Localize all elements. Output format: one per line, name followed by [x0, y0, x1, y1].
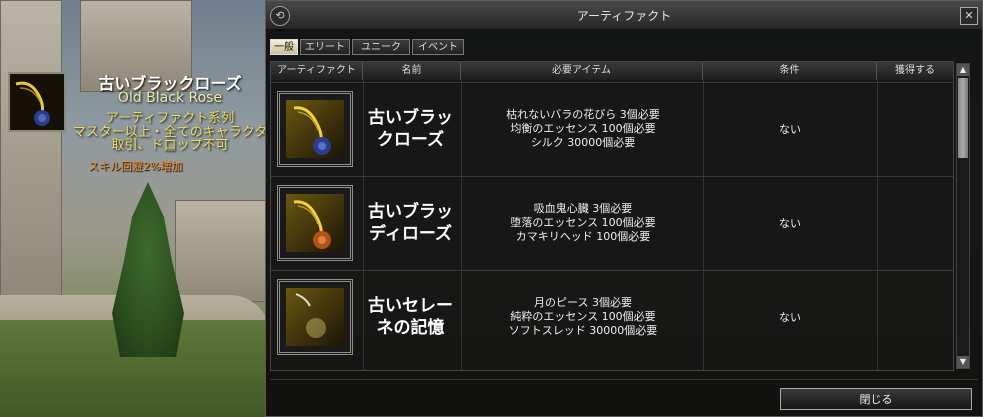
window-titlebar[interactable]: ⟲ アーティファクト ✕ — [266, 1, 982, 30]
table-scrollbar[interactable]: ▲ ▼ — [956, 63, 970, 369]
artifact-slot[interactable] — [277, 91, 353, 167]
required-items-list: 月のピース 3個必要 純粋のエッセンス 100個必要 ソフトスレッド 30000… — [463, 271, 703, 363]
column-header-condition: 条件 — [703, 62, 877, 80]
artifact-condition: ない — [779, 311, 801, 324]
artifact-name-line: 古いブラッ — [368, 202, 453, 222]
required-item: シルク 30000個必要 — [530, 136, 636, 149]
required-items-list: 枯れないバラの花びら 3個必要 均衡のエッセンス 100個必要 シルク 3000… — [463, 83, 703, 175]
crescent-moon-pendant-icon — [286, 288, 344, 346]
window-title: アーティファクト — [576, 9, 672, 23]
artifact-condition: ない — [779, 123, 801, 136]
tooltip-skill-bonus: スキル回避2%増加 — [88, 160, 183, 173]
required-item: ソフトスレッド 30000個必要 — [508, 324, 658, 337]
item-tooltip: 古いブラックローズ Old Black Rose アーティファクト系列 マスター… — [0, 62, 270, 182]
tooltip-trade-restriction: 取引、ドロップ不可 — [111, 138, 229, 153]
artifact-table: アーティファクト 名前 必要アイテム 条件 獲得する 古いブラッ クローズ 枯れ… — [270, 61, 954, 371]
required-items-list: 吸血鬼心臓 3個必要 堕落のエッセンス 100個必要 カマキリヘッド 100個必… — [463, 177, 703, 269]
column-header-acquire: 獲得する — [877, 62, 953, 80]
artifact-slot[interactable] — [277, 185, 353, 261]
black-rose-pendant-icon — [8, 72, 66, 132]
black-rose-pendant-icon — [286, 100, 344, 158]
column-header-required-items: 必要アイテム — [461, 62, 703, 80]
required-item: 均衡のエッセンス 100個必要 — [510, 122, 656, 135]
column-header-artifact: アーティファクト — [271, 62, 363, 80]
scroll-down-arrow-icon[interactable]: ▼ — [957, 356, 969, 368]
artifact-slot[interactable] — [277, 279, 353, 355]
artifact-name: 古いブラッ クローズ — [363, 83, 458, 175]
tooltip-english-name: Old Black Rose — [117, 90, 223, 106]
artifact-name-line: ネの記憶 — [376, 318, 445, 338]
artifact-row[interactable]: 古いブラッ クローズ 枯れないバラの花びら 3個必要 均衡のエッセンス 100個… — [271, 82, 953, 174]
column-header-name: 名前 — [363, 62, 461, 80]
artifact-name: 古いセレー ネの記憶 — [363, 271, 458, 363]
required-item: 純粋のエッセンス 100個必要 — [510, 310, 656, 323]
artifact-window: ⟲ アーティファクト ✕ 一般 エリート ユニーク イベント アーティファクト … — [265, 0, 983, 417]
tab-elite[interactable]: エリート — [300, 39, 350, 55]
artifact-row[interactable]: 古いブラッ ディローズ 吸血鬼心臓 3個必要 堕落のエッセンス 100個必要 カ… — [271, 176, 953, 268]
required-item: 堕落のエッセンス 100個必要 — [510, 216, 656, 229]
scroll-thumb[interactable] — [958, 78, 968, 158]
tab-general[interactable]: 一般 — [270, 39, 298, 55]
artifact-name: 古いブラッ ディローズ — [363, 177, 458, 269]
required-item: カマキリヘッド 100個必要 — [515, 230, 651, 243]
close-button[interactable]: 閉じる — [780, 388, 972, 410]
window-close-button[interactable]: ✕ — [960, 7, 978, 25]
background-building-right — [175, 200, 267, 302]
required-item: 枯れないバラの花びら 3個必要 — [506, 108, 660, 121]
artifact-name-line: クローズ — [376, 130, 445, 150]
artifact-row[interactable]: 古いセレー ネの記憶 月のピース 3個必要 純粋のエッセンス 100個必要 ソフ… — [271, 270, 953, 362]
bloody-rose-pendant-icon — [286, 194, 344, 252]
artifact-name-line: ディローズ — [369, 224, 452, 244]
required-item: 月のピース 3個必要 — [534, 296, 632, 309]
artifact-condition: ない — [779, 217, 801, 230]
artifact-name-line: 古いセレー — [368, 296, 453, 316]
tab-event[interactable]: イベント — [412, 39, 464, 55]
required-item: 吸血鬼心臓 3個必要 — [533, 202, 633, 215]
scroll-up-arrow-icon[interactable]: ▲ — [957, 64, 969, 76]
artifact-name-line: 古いブラッ — [368, 108, 453, 128]
tab-unique[interactable]: ユニーク — [352, 39, 410, 55]
divider — [270, 379, 978, 380]
